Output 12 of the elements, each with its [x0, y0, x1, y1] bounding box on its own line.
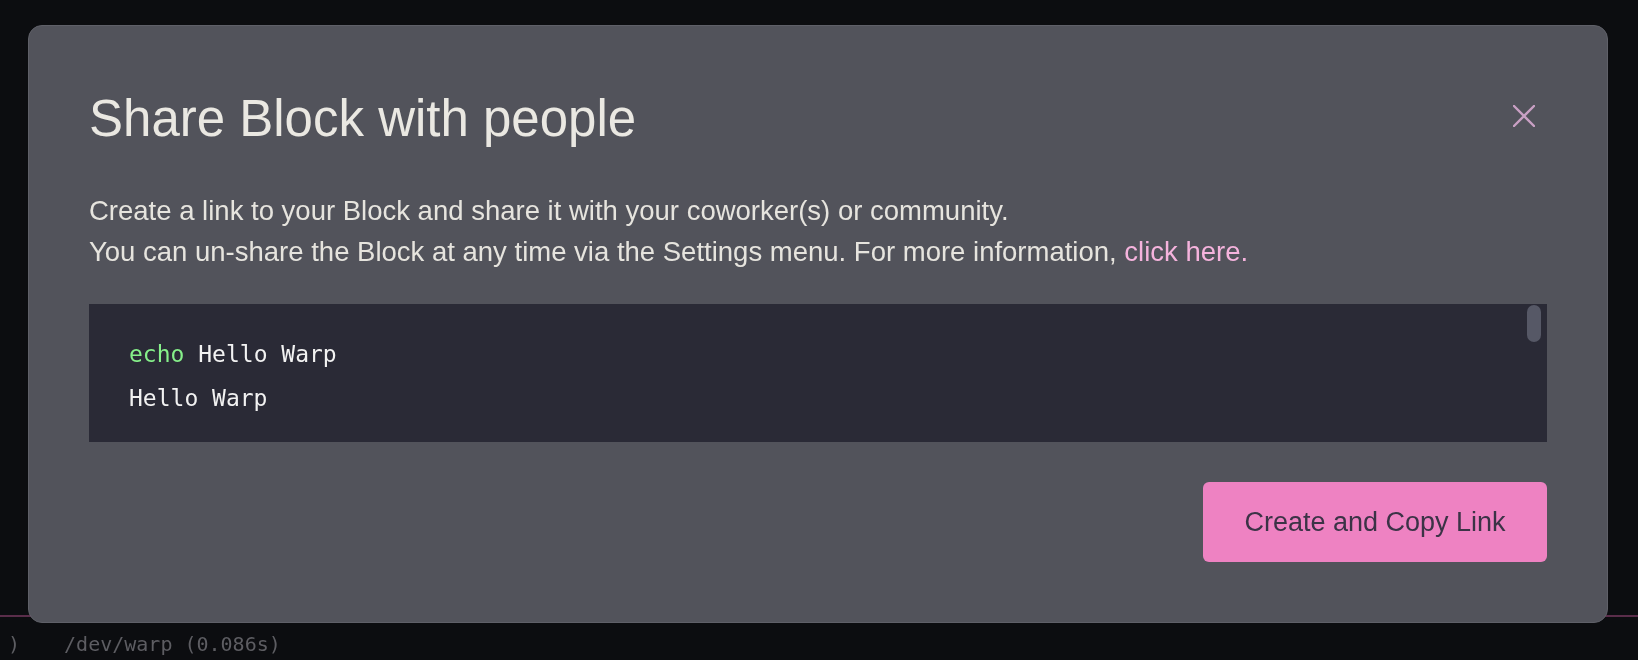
create-copy-link-button[interactable]: Create and Copy Link	[1203, 482, 1547, 562]
close-icon	[1513, 104, 1535, 127]
command-line: echo Hello Warp	[129, 340, 338, 369]
prompt-text: /dev/warp (0.086s)	[64, 631, 281, 657]
description-text: Create a link to your Block and share it with your coworker(s) or community.	[89, 194, 1010, 228]
output-line: Hello Warp	[129, 384, 269, 413]
prompt-text: )	[8, 631, 21, 657]
scrollbar-thumb[interactable]	[1527, 305, 1541, 342]
close-button[interactable]	[1513, 104, 1535, 127]
dialog-title: Share Block with people	[89, 89, 637, 149]
description-text: You can un-share the Block at any time via the Settings menu. For more information, click here.	[89, 235, 1250, 269]
help-link[interactable]: click here.	[1124, 236, 1249, 267]
